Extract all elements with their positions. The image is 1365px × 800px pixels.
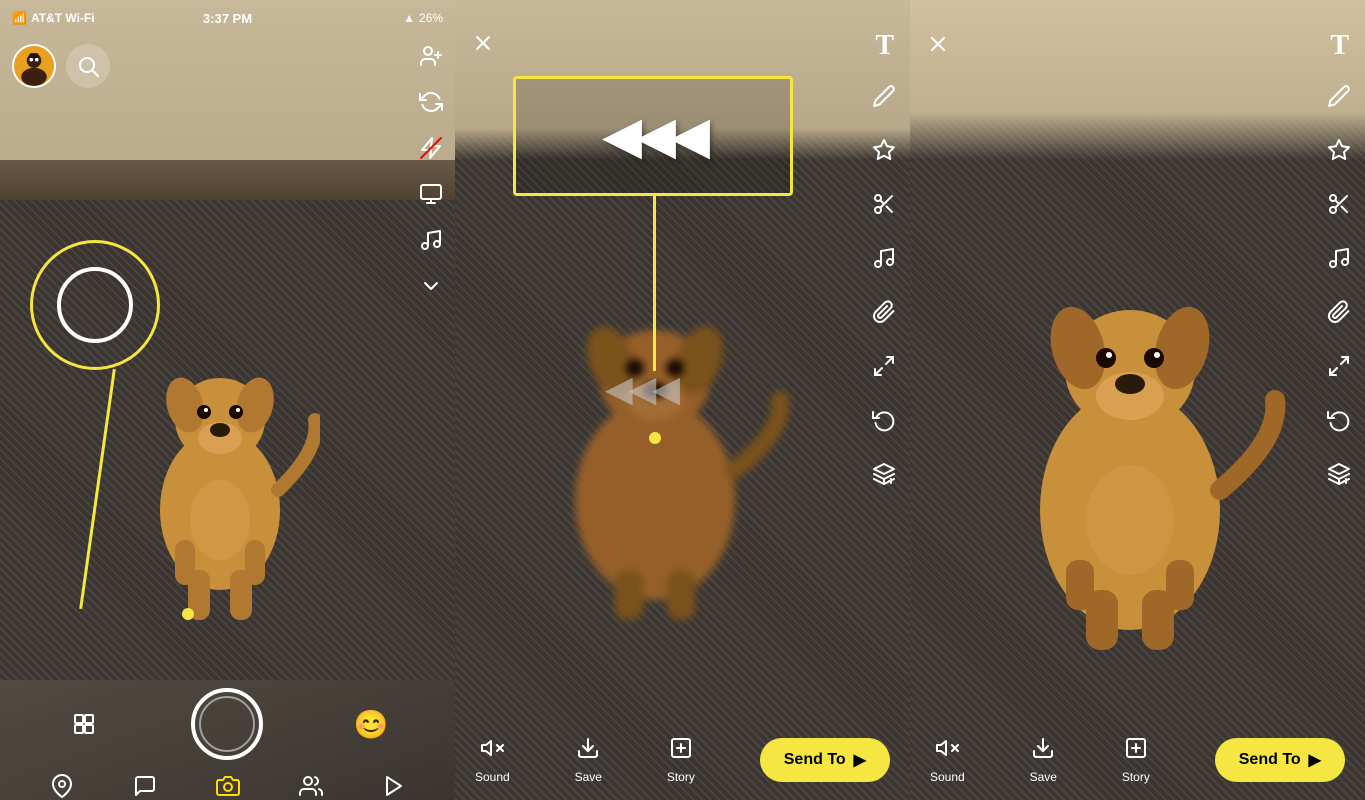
rewind-sticker-box[interactable]: ◀◀◀ <box>513 76 793 196</box>
edit-close-button[interactable] <box>471 31 495 62</box>
link-tool[interactable] <box>868 296 900 328</box>
view-top-bar: T <box>910 0 1365 70</box>
music-tool[interactable] <box>868 242 900 274</box>
view-close-button[interactable] <box>926 32 950 61</box>
flip-camera-button[interactable] <box>419 90 443 114</box>
nav-map[interactable] <box>50 774 74 798</box>
edit-toolbar <box>868 80 900 490</box>
view-toolbar <box>1323 80 1355 490</box>
search-button[interactable] <box>66 44 110 88</box>
nav-camera[interactable] <box>216 774 240 798</box>
view-timer-tool[interactable] <box>1323 404 1355 436</box>
view-sound-label: Sound <box>930 770 965 784</box>
view-add-layer-tool[interactable] <box>1323 458 1355 490</box>
view-save-icon <box>1031 736 1055 766</box>
scissors-tool[interactable] <box>868 188 900 220</box>
view-bottom-bar: Sound Save Story Send <box>910 720 1365 800</box>
emoji-button[interactable]: 😊 <box>351 704 391 744</box>
rewind-connector-line <box>653 196 656 371</box>
view-scissors-tool[interactable] <box>1323 188 1355 220</box>
pencil-tool[interactable] <box>868 80 900 112</box>
sound-button[interactable]: Sound <box>475 736 510 784</box>
view-crop-tool[interactable] <box>1323 350 1355 382</box>
view-pencil-tool[interactable] <box>1323 80 1355 112</box>
view-sticker-tool[interactable] <box>1323 134 1355 166</box>
send-to-arrow: ▶ <box>854 750 866 770</box>
nav-friends[interactable] <box>299 774 323 798</box>
send-to-button[interactable]: Send To ▶ <box>760 738 890 782</box>
edit-panel-normal: T <box>910 0 1365 800</box>
story-label: Story <box>667 770 695 784</box>
rewind-anchor-dot <box>649 432 661 444</box>
camera-bottom-controls: 😊 <box>0 680 455 800</box>
save-icon <box>576 736 600 766</box>
shutter-row: 😊 <box>0 680 455 768</box>
view-send-to-arrow: ▶ <box>1309 750 1321 770</box>
focus-ring <box>57 267 133 343</box>
camera-panel: 📶 AT&T Wi-Fi 3:37 PM ▲ 26% <box>0 0 455 800</box>
crop-tool[interactable] <box>868 350 900 382</box>
sound-label: Sound <box>475 770 510 784</box>
edit-text-button[interactable]: T <box>875 30 894 62</box>
view-send-to-button[interactable]: Send To ▶ <box>1215 738 1345 782</box>
edit-panel-rewind: T ◀◀◀ ◀◀◀ <box>455 0 910 800</box>
focus-dot <box>182 608 194 620</box>
battery-area: ▲ 26% <box>403 11 443 25</box>
nav-stories[interactable] <box>382 774 406 798</box>
shutter-inner-ring <box>199 696 255 752</box>
camera-top-right-controls <box>419 44 443 298</box>
music-button[interactable] <box>419 228 443 252</box>
camera-nav-bar <box>0 768 455 800</box>
view-story-icon <box>1124 736 1148 766</box>
story-button[interactable]: Story <box>667 736 695 784</box>
wifi-icon: 📶 <box>12 11 27 25</box>
rewind-ghost-arrows: ◀◀◀ <box>605 368 676 410</box>
story-icon <box>669 736 693 766</box>
view-story-label: Story <box>1122 770 1150 784</box>
view-save-button[interactable]: Save <box>1030 736 1057 784</box>
time-display: 3:37 PM <box>203 11 252 26</box>
dog-subject <box>120 290 320 640</box>
save-button[interactable]: Save <box>575 736 602 784</box>
shutter-button[interactable] <box>191 688 263 760</box>
location-icon: ▲ <box>403 11 415 25</box>
flash-button[interactable] <box>419 136 443 160</box>
carrier-text: 📶 AT&T Wi-Fi <box>12 11 95 25</box>
camera-top-left-controls <box>12 44 110 88</box>
view-story-button[interactable]: Story <box>1122 736 1150 784</box>
add-friend-button[interactable] <box>419 44 443 68</box>
timer-tool[interactable] <box>868 404 900 436</box>
sticker-tool[interactable] <box>868 134 900 166</box>
focus-circle <box>30 240 160 370</box>
send-to-label: Send To <box>784 751 846 769</box>
view-sound-icon <box>935 736 959 766</box>
view-save-label: Save <box>1030 770 1057 784</box>
view-music-tool[interactable] <box>1323 242 1355 274</box>
more-button[interactable] <box>419 274 443 298</box>
view-send-to-label: Send To <box>1239 751 1301 769</box>
nav-chat[interactable] <box>133 774 157 798</box>
rewind-arrows: ◀◀◀ <box>602 106 704 166</box>
view-link-tool[interactable] <box>1323 296 1355 328</box>
edit-bottom-bar: Sound Save Story Send <box>455 720 910 800</box>
filter-button[interactable] <box>419 182 443 206</box>
memories-button[interactable] <box>64 704 104 744</box>
view-sound-button[interactable]: Sound <box>930 736 965 784</box>
save-label: Save <box>575 770 602 784</box>
view-text-button[interactable]: T <box>1330 30 1349 62</box>
sound-icon <box>480 736 504 766</box>
add-layer-tool[interactable] <box>868 458 900 490</box>
user-avatar[interactable] <box>12 44 56 88</box>
edit-top-bar: T <box>455 0 910 70</box>
status-bar: 📶 AT&T Wi-Fi 3:37 PM ▲ 26% <box>0 0 455 36</box>
dog-subject-view <box>970 200 1290 670</box>
battery-text: 26% <box>419 11 443 25</box>
